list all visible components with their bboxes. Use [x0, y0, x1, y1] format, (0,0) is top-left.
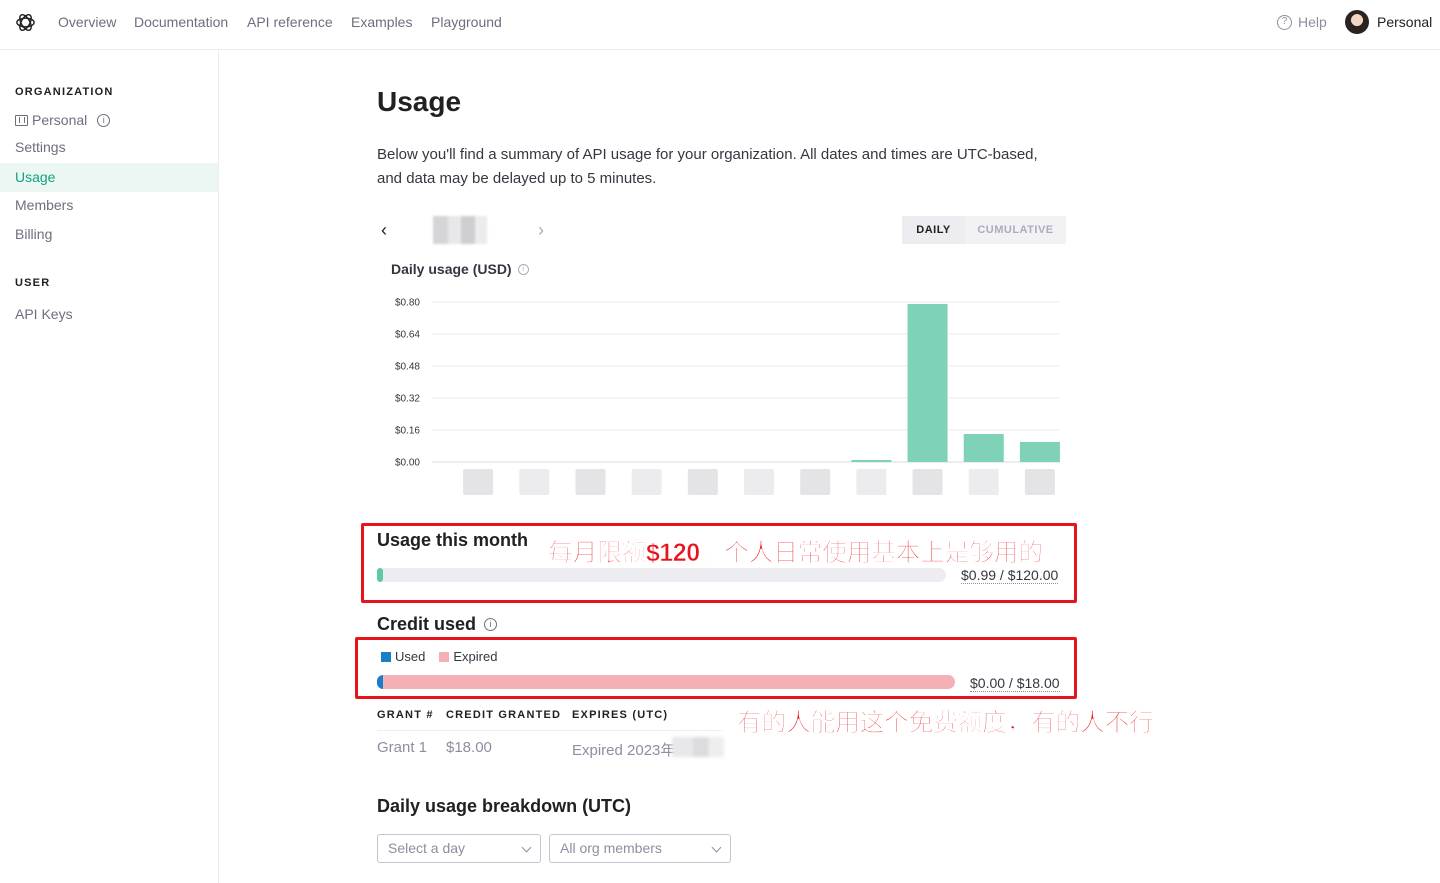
chart-title: Daily usage (USD): [391, 261, 512, 277]
info-icon[interactable]: i: [517, 263, 529, 275]
legend-item-expired: Expired: [439, 649, 497, 664]
tab-daily[interactable]: DAILY: [902, 216, 965, 244]
help-label: Help: [1298, 14, 1327, 30]
credit-annotation: 有的人能用这个免费额度，有的人不行: [737, 709, 1155, 738]
credit-legend: Used Expired: [381, 649, 497, 664]
x-tick-label-obscured: [631, 469, 662, 495]
nav-playground[interactable]: Playground: [431, 14, 502, 30]
y-tick-label: $0.32: [395, 394, 420, 405]
legend-swatch: [381, 651, 391, 662]
usage-progress-fill: [377, 568, 383, 582]
grant-header-granted: CREDIT GRANTED: [446, 709, 562, 721]
info-icon[interactable]: i: [484, 618, 498, 631]
sidebar-heading-organization: ORGANIZATION: [15, 86, 114, 98]
chart-bar[interactable]: [1019, 442, 1060, 462]
chart-bar[interactable]: [907, 304, 948, 462]
grant-cell-granted: $18.00: [446, 739, 492, 756]
sidebar-item-label: Personal: [32, 112, 88, 128]
member-select-value: All org members: [560, 840, 662, 856]
day-select-value: Select a day: [388, 840, 466, 856]
sidebar-item-usage[interactable]: Usage: [0, 163, 218, 192]
grant-header-number: GRANT #: [377, 709, 434, 721]
user-menu[interactable]: Personal: [1345, 10, 1432, 34]
usage-amount-text: $0.99 / $120.00: [961, 567, 1059, 584]
sidebar-item-billing[interactable]: Billing: [0, 220, 218, 249]
nav-examples[interactable]: Examples: [351, 14, 412, 30]
x-tick-label-obscured: [968, 469, 999, 495]
credit-amount: $0.00 / $18.00: [970, 675, 1060, 692]
view-toggle: DAILY CUMULATIVE: [902, 216, 1066, 244]
daily-usage-chart: $0.80 $0.64 $0.48 $0.32 $0.16 $0.00: [395, 298, 1060, 495]
credit-title: Credit used: [377, 614, 477, 634]
date-range-label: [433, 216, 487, 244]
breakdown-title: Daily usage breakdown (UTC): [377, 796, 632, 816]
avatar: [1345, 10, 1369, 34]
x-tick-label-obscured: [463, 469, 494, 495]
blurred-date: [672, 737, 724, 757]
legend-swatch: [439, 651, 450, 662]
legend-label: Used: [395, 649, 426, 664]
chevron-right-icon[interactable]: ›: [538, 220, 544, 241]
question-circle-icon: ?: [1277, 14, 1292, 30]
y-tick-label: $0.80: [395, 298, 420, 309]
x-tick-label-obscured: [1024, 469, 1055, 495]
sidebar: ORGANIZATION Personal i Settings Usage M…: [0, 50, 219, 883]
building-icon: [15, 115, 28, 126]
y-tick-label: $0.48: [395, 362, 420, 373]
chart-bar[interactable]: [963, 434, 1004, 462]
y-tick-label: $0.64: [395, 330, 420, 341]
y-tick-label: $0.00: [395, 458, 420, 469]
nav-api-reference[interactable]: API reference: [247, 14, 333, 30]
credit-title-group: Credit used i: [377, 614, 498, 635]
sidebar-heading-user: USER: [15, 277, 51, 289]
x-tick-label-obscured: [744, 469, 774, 495]
sidebar-item-settings[interactable]: Settings: [0, 133, 218, 162]
openai-logo-icon[interactable]: [14, 11, 37, 34]
nav-overview[interactable]: Overview: [58, 14, 116, 30]
x-tick-label-obscured: [856, 469, 887, 495]
credit-used-fill: [377, 675, 383, 689]
x-tick-label-obscured: [800, 469, 831, 495]
legend-item-used: Used: [381, 649, 425, 664]
nav-documentation[interactable]: Documentation: [134, 14, 228, 30]
legend-label: Expired: [453, 649, 498, 664]
y-tick-label: $0.16: [395, 426, 420, 437]
usage-month-annotation: 每月限额$120。个人日常使用基本上是够用的: [548, 539, 1044, 568]
usage-progress-bar: [377, 568, 946, 582]
page-description: Below you'll find a summary of API usage…: [377, 146, 1038, 187]
top-navigation: Overview Documentation API reference Exa…: [0, 0, 1440, 50]
day-select[interactable]: Select a day: [377, 834, 541, 863]
chevron-down-icon: [521, 842, 532, 853]
credit-progress-bar: [377, 675, 955, 689]
x-tick-label-obscured: [519, 469, 550, 495]
help-button[interactable]: ? Help: [1277, 14, 1327, 30]
info-icon[interactable]: i: [97, 114, 111, 127]
chevron-down-icon: [711, 842, 722, 853]
user-label: Personal: [1377, 14, 1433, 30]
grant-cell-expires: Expired 2023年: [572, 742, 676, 759]
x-tick-label-obscured: [575, 469, 606, 495]
chart-title-group: Daily usage (USD) i: [391, 261, 529, 277]
x-tick-label-obscured: [687, 469, 718, 495]
x-tick-label-obscured: [912, 469, 943, 495]
usage-amount: $0.99 / $120.00: [961, 567, 1059, 584]
page-title: Usage: [377, 86, 462, 117]
grant-cell-number: Grant 1: [377, 739, 428, 756]
sidebar-item-api-keys[interactable]: API Keys: [0, 300, 218, 329]
sidebar-item-members[interactable]: Members: [0, 191, 218, 220]
credit-amount-text: $0.00 / $18.00: [970, 675, 1060, 692]
member-select[interactable]: All org members: [549, 834, 731, 863]
tab-cumulative[interactable]: CUMULATIVE: [965, 216, 1066, 244]
grant-header-expires: EXPIRES (UTC): [572, 709, 669, 721]
annotation-box: [355, 637, 1077, 699]
chart-bar[interactable]: [851, 460, 892, 462]
divider: [377, 730, 721, 731]
chevron-left-icon[interactable]: ‹: [381, 220, 387, 241]
sidebar-item-org-personal[interactable]: Personal i: [0, 106, 218, 135]
usage-month-title: Usage this month: [377, 530, 529, 550]
